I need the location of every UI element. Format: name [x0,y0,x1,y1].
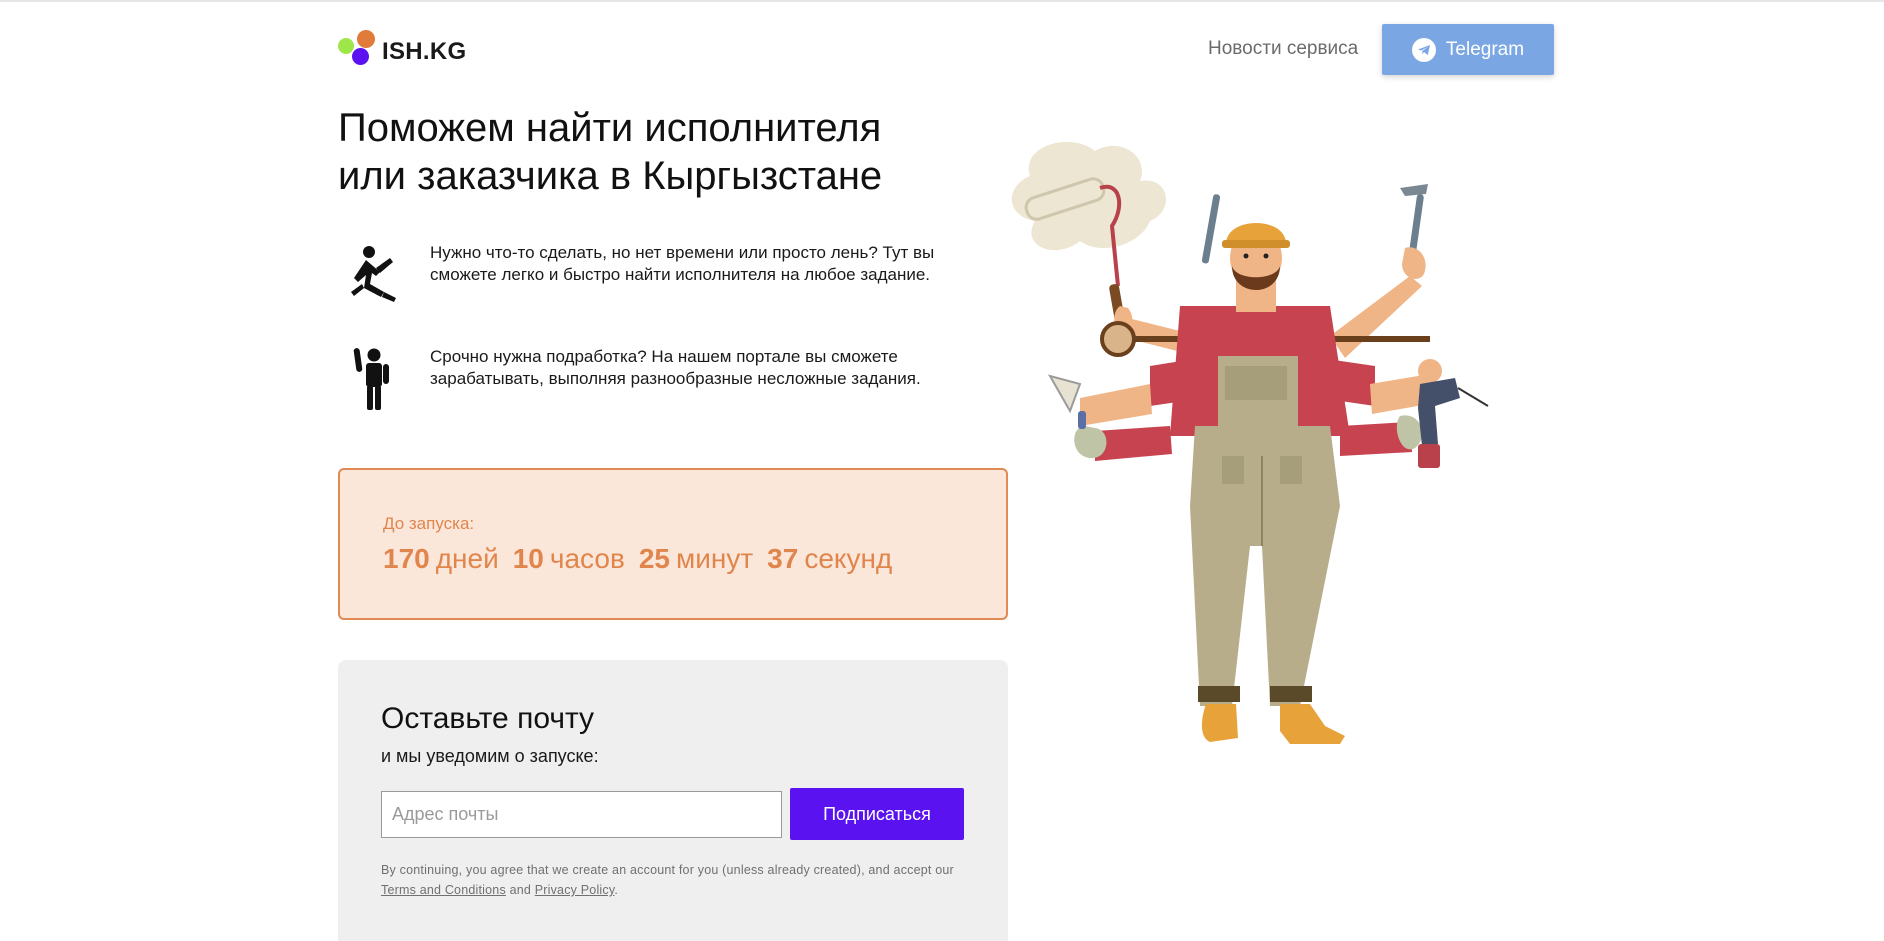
countdown-number: 170 [383,543,430,574]
legal-text: . [614,883,619,897]
countdown-unit: минут [675,543,754,574]
privacy-link[interactable]: Privacy Policy [535,883,615,897]
legal-text: and [505,883,535,897]
raised-hand-person-icon [353,348,389,410]
subscribe-panel: Оставьте почту и мы уведомим о запуске: … [338,660,1008,941]
countdown-label: До запуска: [383,514,475,533]
countdown-hours: 10 часов [513,543,625,575]
subscribe-button[interactable]: Подписаться [790,788,964,840]
logo-dot-purple [352,48,369,65]
countdown-unit: секунд [804,543,893,574]
legal-notice: By continuing, you agree that we create … [381,860,981,900]
falling-person-icon [351,246,396,302]
telegram-button[interactable]: Telegram [1382,24,1554,75]
countdown-days: 170 дней [383,543,499,575]
launch-countdown: До запуска: 170 дней 10 часов 25 минут 3… [338,468,1008,620]
feature-text: Нужно что-то сделать, но нет времени или… [430,243,935,284]
countdown-minutes: 25 минут [639,543,753,575]
nav-link-service-news[interactable]: Новости сервиса [1208,38,1358,60]
countdown-number: 10 [512,543,544,574]
subscribe-title: Оставьте почту [381,702,595,735]
page-title: Поможем найти исполнителя или заказчика … [338,106,883,198]
logo-text: ISH.KG [382,38,467,65]
telegram-icon [1411,37,1436,62]
feature-item-customer: Нужно что-то сделать, но нет времени или… [338,242,978,322]
subscribe-subtitle: и мы уведомим о запуске: [381,746,599,766]
logo-dot-green [338,38,354,54]
telegram-button-label: Telegram [1445,38,1525,60]
site-logo[interactable]: ISH.KG [338,30,478,70]
feature-item-worker: Срочно нужна подработка? На нашем портал… [338,346,978,426]
multi-armed-worker-illustration [1011,141,1489,744]
countdown-number: 37 [767,543,799,574]
feature-text: Срочно нужна подработка? На нашем портал… [430,347,921,388]
countdown-unit: часов [549,543,625,574]
email-input[interactable] [381,791,782,838]
countdown-values: 170 дней 10 часов 25 минут 37 секунд [383,543,892,575]
countdown-unit: дней [435,543,499,574]
top-border [0,0,1884,2]
logo-dot-orange [357,30,375,48]
terms-link[interactable]: Terms and Conditions [381,883,506,897]
countdown-seconds: 37 секунд [767,543,892,575]
legal-text: By continuing, you agree that we create … [381,863,954,877]
countdown-number: 25 [638,543,670,574]
